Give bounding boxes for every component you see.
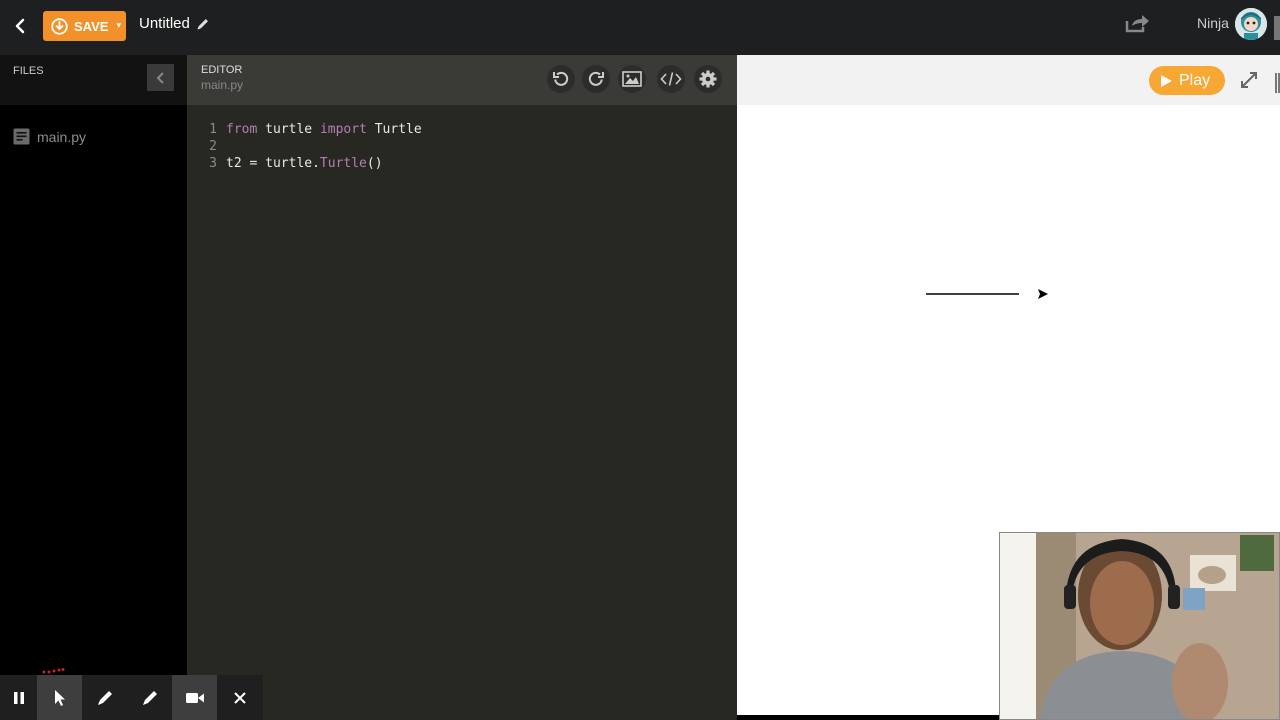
files-label: FILES (13, 65, 44, 77)
editor-label: EDITOR (201, 64, 243, 76)
play-button[interactable]: Play (1149, 66, 1225, 95)
expand-icon[interactable] (1239, 70, 1259, 90)
settings-gear-icon (699, 70, 717, 88)
code-line[interactable]: 1 from turtle import Turtle (187, 121, 422, 138)
embed-code-button[interactable] (657, 65, 685, 93)
output-header: Play (737, 55, 1280, 105)
pointer-cursor-icon (54, 689, 65, 706)
save-button[interactable]: SAVE ▾ (43, 11, 126, 41)
code-line[interactable]: 3 t2 = turtle.Turtle() (187, 155, 422, 172)
code-token: import (319, 122, 367, 137)
top-bar: SAVE ▾ Untitled Ninja (0, 0, 1280, 55)
files-header: FILES (0, 55, 187, 105)
insert-image-button[interactable] (618, 65, 646, 93)
line-number: 3 (209, 156, 217, 171)
image-icon (622, 71, 642, 87)
webcam-overlay (999, 532, 1280, 720)
undo-icon (553, 71, 569, 86)
file-item-main-py[interactable]: main.py (13, 128, 86, 145)
camera-button[interactable] (172, 675, 217, 720)
code-token: t2 = turtle. (226, 156, 320, 171)
pointer-tool-button[interactable] (37, 675, 82, 720)
undo-button[interactable] (547, 65, 575, 93)
pause-button[interactable] (0, 675, 37, 720)
pause-icon (13, 691, 24, 704)
code-token: () (366, 156, 383, 171)
play-label: Play (1179, 71, 1211, 89)
line-number: 2 (209, 139, 217, 154)
code-area[interactable]: 1 from turtle import Turtle 2 3 t2 = turtle.… (187, 121, 422, 172)
back-chevron-icon (15, 18, 25, 34)
files-panel: FILES main.py (0, 55, 187, 675)
code-icon (660, 72, 682, 86)
scroll-edge (1275, 73, 1280, 93)
project-title[interactable]: Untitled (139, 15, 190, 32)
highlighter-tool-button[interactable] (127, 675, 172, 720)
avatar[interactable] (1235, 8, 1267, 40)
document-icon (13, 128, 30, 145)
code-token: Turtle (319, 156, 367, 171)
editor-file-name: main.py (201, 78, 244, 92)
highlighter-icon (142, 690, 157, 705)
redo-button[interactable] (582, 65, 610, 93)
share-icon[interactable] (1123, 12, 1151, 34)
editor-header: EDITOR main.py (187, 55, 737, 105)
camera-icon (185, 692, 204, 703)
back-button[interactable] (8, 14, 32, 38)
recording-indicator-icon (42, 668, 65, 674)
close-icon (233, 691, 246, 704)
pen-icon (97, 690, 112, 705)
code-token: turtle (257, 122, 320, 137)
file-name: main.py (37, 128, 87, 145)
turtle-arrow-icon (1038, 289, 1048, 299)
settings-button[interactable] (694, 65, 722, 93)
redo-icon (588, 71, 604, 86)
pen-tool-button[interactable] (82, 675, 127, 720)
save-download-icon (51, 17, 68, 35)
code-token: from (226, 122, 258, 137)
save-dropdown-caret[interactable]: ▾ (116, 21, 121, 31)
username[interactable]: Ninja (1197, 15, 1229, 31)
save-label: SAVE (74, 18, 109, 34)
scroll-edge (1274, 16, 1280, 40)
line-number: 1 (209, 122, 217, 137)
code-line[interactable]: 2 (187, 138, 422, 155)
editor-panel: EDITOR main.py 1 from turtle import Turt… (187, 55, 737, 720)
pencil-icon[interactable] (196, 17, 210, 31)
webcam-video-image (1000, 533, 1279, 719)
play-triangle-icon (1161, 74, 1172, 87)
close-recorder-button[interactable] (217, 675, 262, 720)
code-token: Turtle (366, 122, 422, 137)
chevron-left-icon (156, 71, 164, 84)
collapse-files-button[interactable] (147, 64, 174, 91)
recorder-toolbar (0, 675, 263, 720)
